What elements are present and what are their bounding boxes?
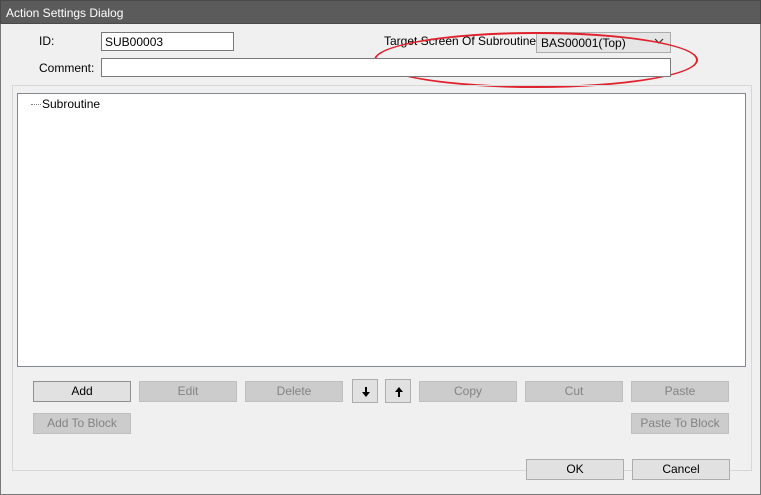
move-down-button[interactable] (352, 379, 378, 403)
comment-label: Comment: (39, 61, 95, 75)
action-tree[interactable]: Subroutine (17, 93, 746, 367)
copy-button[interactable]: Copy (419, 381, 517, 402)
tree-connector (31, 104, 41, 105)
cut-button[interactable]: Cut (525, 381, 623, 402)
chevron-down-icon (654, 38, 664, 44)
id-label: ID: (39, 34, 55, 48)
target-screen-label: Target Screen Of Subroutine (384, 34, 537, 48)
arrow-up-icon (395, 387, 403, 397)
add-button[interactable]: Add (33, 381, 131, 402)
title-bar[interactable]: Action Settings Dialog (0, 0, 761, 24)
ok-button[interactable]: OK (526, 459, 624, 480)
target-screen-select[interactable]: BAS00001(Top) (536, 32, 671, 53)
window-title: Action Settings Dialog (6, 6, 124, 20)
tree-node-subroutine[interactable]: Subroutine (42, 97, 100, 111)
arrow-down-icon (362, 387, 370, 397)
target-screen-value: BAS00001(Top) (541, 36, 626, 50)
move-up-button[interactable] (385, 379, 411, 403)
add-to-block-button[interactable]: Add To Block (33, 413, 131, 434)
edit-button[interactable]: Edit (139, 381, 237, 402)
id-field[interactable]: SUB00003 (101, 32, 234, 51)
delete-button[interactable]: Delete (245, 381, 343, 402)
paste-to-block-button[interactable]: Paste To Block (631, 413, 729, 434)
comment-field[interactable] (101, 58, 671, 77)
cancel-button[interactable]: Cancel (632, 459, 730, 480)
paste-button[interactable]: Paste (631, 381, 729, 402)
dialog-body: ID: SUB00003 Target Screen Of Subroutine… (0, 24, 761, 495)
